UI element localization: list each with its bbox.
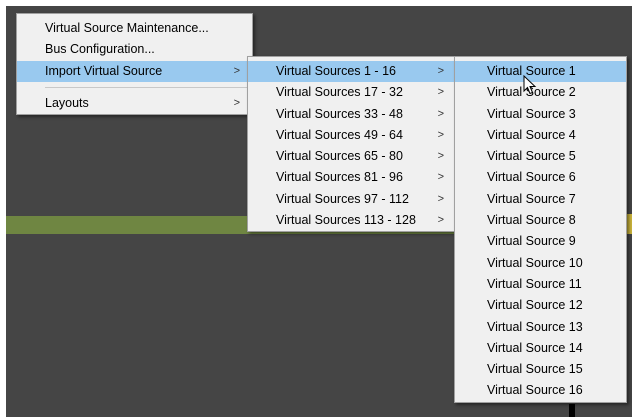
menu-item-label: Bus Configuration... xyxy=(45,42,155,57)
submenu-item-sources-49-64[interactable]: Virtual Sources 49 - 64 > xyxy=(248,125,456,146)
menu-item-label: Virtual Sources 33 - 48 xyxy=(276,106,403,121)
virtual-source-item[interactable]: Virtual Source 15 xyxy=(455,359,626,380)
submenu-item-sources-33-48[interactable]: Virtual Sources 33 - 48 > xyxy=(248,104,456,125)
virtual-source-item[interactable]: Virtual Source 5 xyxy=(455,146,626,167)
menu-item-label: Virtual Sources 49 - 64 xyxy=(276,127,403,142)
submenu-item-sources-113-128[interactable]: Virtual Sources 113 - 128 > xyxy=(248,210,456,231)
menu-item-label: Virtual Source 16 xyxy=(487,383,583,398)
submenu-arrow-icon: > xyxy=(437,128,444,141)
virtual-source-item[interactable]: Virtual Source 10 xyxy=(455,253,626,274)
submenu-arrow-icon: > xyxy=(437,192,444,205)
app-canvas: Virtual Source Maintenance... Bus Config… xyxy=(0,0,632,417)
menu-item-label: Virtual Source 6 xyxy=(487,170,576,185)
menu-item-import-virtual-source[interactable]: Import Virtual Source > xyxy=(17,60,252,82)
menu-item-label: Virtual Sources 1 - 16 xyxy=(276,64,396,78)
virtual-source-item[interactable]: Virtual Source 2 xyxy=(455,82,626,103)
menu-item-label: Virtual Source 14 xyxy=(487,340,583,355)
virtual-sources-submenu: Virtual Source 1 Virtual Source 2 Virtua… xyxy=(454,56,627,403)
menu-item-label: Virtual Source 3 xyxy=(487,106,576,121)
submenu-arrow-icon: > xyxy=(233,96,240,109)
submenu-item-sources-17-32[interactable]: Virtual Sources 17 - 32 > xyxy=(248,82,456,103)
menu-item-label: Virtual Source 9 xyxy=(487,234,576,249)
menu-separator xyxy=(45,86,250,88)
virtual-source-item[interactable]: Virtual Source 9 xyxy=(455,231,626,252)
menu-item-label: Virtual Source 13 xyxy=(487,319,583,334)
menu-item-label: Virtual Source 12 xyxy=(487,298,583,313)
submenu-arrow-icon: > xyxy=(437,214,444,227)
virtual-source-item[interactable]: Virtual Source 14 xyxy=(455,338,626,359)
submenu-arrow-icon: > xyxy=(233,64,240,77)
submenu-arrow-icon: > xyxy=(437,107,444,120)
menu-item-label: Layouts xyxy=(45,95,89,110)
menu-item-label: Virtual Source 10 xyxy=(487,255,583,270)
menu-item-label: Virtual Sources 17 - 32 xyxy=(276,85,403,100)
submenu-item-sources-65-80[interactable]: Virtual Sources 65 - 80 > xyxy=(248,146,456,167)
menu-item-label: Virtual Source 4 xyxy=(487,127,576,142)
submenu-arrow-icon: > xyxy=(437,86,444,99)
submenu-item-sources-97-112[interactable]: Virtual Sources 97 - 112 > xyxy=(248,189,456,210)
virtual-source-item[interactable]: Virtual Source 8 xyxy=(455,210,626,231)
window-left-edge xyxy=(0,0,6,417)
context-menu: Virtual Source Maintenance... Bus Config… xyxy=(16,13,253,116)
menu-item-label: Virtual Sources 81 - 96 xyxy=(276,170,403,185)
menu-item-label: Virtual Source 7 xyxy=(487,191,576,206)
window-top-edge xyxy=(0,0,632,6)
virtual-source-item[interactable]: Virtual Source 6 xyxy=(455,167,626,188)
menu-item-label: Virtual Sources 113 - 128 xyxy=(276,213,416,228)
virtual-source-item[interactable]: Virtual Source 12 xyxy=(455,295,626,316)
submenu-arrow-icon: > xyxy=(437,150,444,163)
submenu-item-sources-1-16[interactable]: Virtual Sources 1 - 16 > xyxy=(248,61,456,83)
menu-item-label: Virtual Source 5 xyxy=(487,149,576,164)
virtual-source-item[interactable]: Virtual Source 16 xyxy=(455,380,626,401)
mouse-cursor-icon xyxy=(523,75,537,95)
menu-item-label: Import Virtual Source xyxy=(45,63,163,78)
menu-item-label: Virtual Source Maintenance... xyxy=(45,21,209,35)
menu-item-label: Virtual Source 11 xyxy=(487,276,582,291)
yellow-strip-edge xyxy=(627,214,632,234)
virtual-source-item[interactable]: Virtual Source 1 xyxy=(455,61,626,83)
submenu-arrow-icon: > xyxy=(437,65,444,77)
menu-item-layouts[interactable]: Layouts > xyxy=(17,93,252,114)
submenu-item-sources-81-96[interactable]: Virtual Sources 81 - 96 > xyxy=(248,167,456,188)
import-virtual-source-submenu: Virtual Sources 1 - 16 > Virtual Sources… xyxy=(247,56,457,233)
virtual-source-item[interactable]: Virtual Source 13 xyxy=(455,317,626,338)
menu-item-bus-configuration[interactable]: Bus Configuration... xyxy=(17,39,252,60)
menu-item-label: Virtual Source 15 xyxy=(487,362,583,377)
virtual-source-item[interactable]: Virtual Source 3 xyxy=(455,104,626,125)
menu-item-label: Virtual Sources 97 - 112 xyxy=(276,191,409,206)
black-divider xyxy=(569,404,575,417)
virtual-source-item[interactable]: Virtual Source 7 xyxy=(455,189,626,210)
virtual-source-item[interactable]: Virtual Source 11 xyxy=(455,274,626,295)
menu-item-label: Virtual Sources 65 - 80 xyxy=(276,149,403,164)
virtual-source-item[interactable]: Virtual Source 4 xyxy=(455,125,626,146)
submenu-arrow-icon: > xyxy=(437,171,444,184)
menu-item-label: Virtual Source 8 xyxy=(487,213,576,228)
menu-item-virtual-source-maintenance[interactable]: Virtual Source Maintenance... xyxy=(17,18,252,39)
